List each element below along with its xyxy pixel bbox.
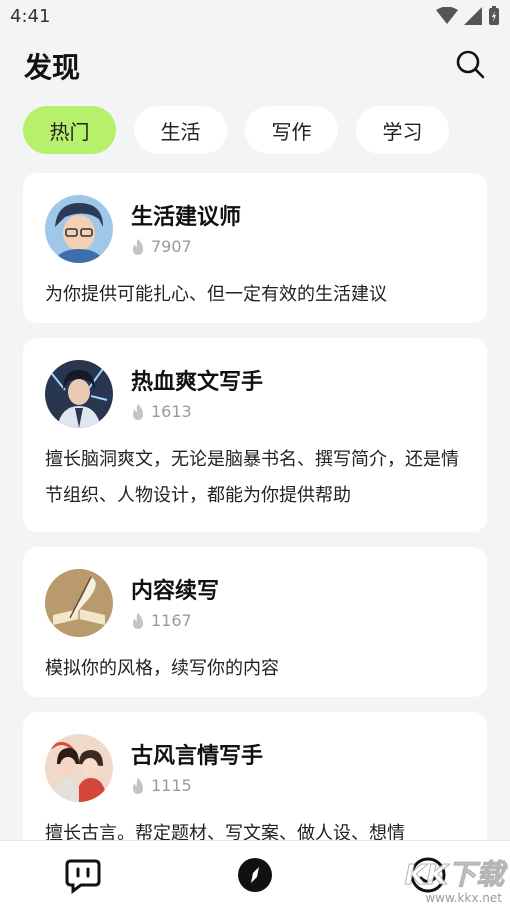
usage-count: 7907: [131, 237, 192, 256]
assistant-description: 模拟你的风格，续写你的内容: [45, 658, 279, 679]
watermark-url: www.kkx.net: [425, 891, 502, 905]
tab-hot[interactable]: 热门: [23, 106, 116, 154]
flame-icon: [133, 403, 143, 420]
assistant-card[interactable]: 热血爽文写手 1613 擅长脑洞爽文，无论是脑暴书名、撰写简介，还是情节组织、人…: [23, 338, 487, 532]
watermark-brand: KK下载: [404, 858, 504, 892]
watermark: KK下载 www.kkx.net: [394, 853, 506, 908]
usage-count-value: 1115: [151, 776, 192, 795]
chat-icon[interactable]: [63, 855, 103, 895]
assistant-name: 内容续写: [131, 579, 220, 604]
usage-count: 1115: [131, 776, 192, 795]
page-title: 发现: [24, 51, 81, 84]
assistant-name: 热血爽文写手: [131, 370, 264, 395]
compass-discover-icon[interactable]: [235, 855, 275, 895]
search-icon[interactable]: [454, 48, 486, 80]
status-icons: [436, 6, 500, 26]
status-bar: 4:41: [0, 0, 510, 34]
boy-with-glasses-avatar: [45, 195, 113, 263]
assistant-name: 古风言情写手: [131, 744, 264, 769]
assistant-description: 为你提供可能扎心、但一定有效的生活建议: [45, 284, 387, 305]
usage-count-value: 1613: [151, 402, 192, 421]
category-tabs: 热门 生活 写作 学习: [23, 106, 449, 154]
signal-icon: [464, 7, 482, 25]
usage-count-value: 7907: [151, 237, 192, 256]
assistant-description: 擅长脑洞爽文，无论是脑暴书名、撰写简介，还是情节组织、人物设计，都能为你提供帮助: [45, 449, 459, 506]
page-header: 发现: [0, 40, 510, 88]
assistant-name: 生活建议师: [131, 205, 242, 230]
swordsman-avatar: [45, 360, 113, 428]
usage-count: 1167: [131, 611, 192, 630]
flame-icon: [133, 238, 143, 255]
tab-writing[interactable]: 写作: [245, 106, 338, 154]
flame-icon: [133, 612, 143, 629]
wifi-icon: [436, 7, 458, 24]
status-time: 4:41: [10, 6, 51, 27]
assistant-card[interactable]: 内容续写 1167 模拟你的风格，续写你的内容: [23, 547, 487, 697]
battery-icon: [489, 6, 499, 25]
ancient-couple-avatar: [45, 734, 113, 802]
quill-book-avatar: [45, 569, 113, 637]
usage-count: 1613: [131, 402, 192, 421]
flame-icon: [133, 777, 143, 794]
assistant-card[interactable]: 生活建议师 7907 为你提供可能扎心、但一定有效的生活建议: [23, 173, 487, 323]
tab-study[interactable]: 学习: [356, 106, 449, 154]
tab-life[interactable]: 生活: [134, 106, 227, 154]
usage-count-value: 1167: [151, 611, 192, 630]
